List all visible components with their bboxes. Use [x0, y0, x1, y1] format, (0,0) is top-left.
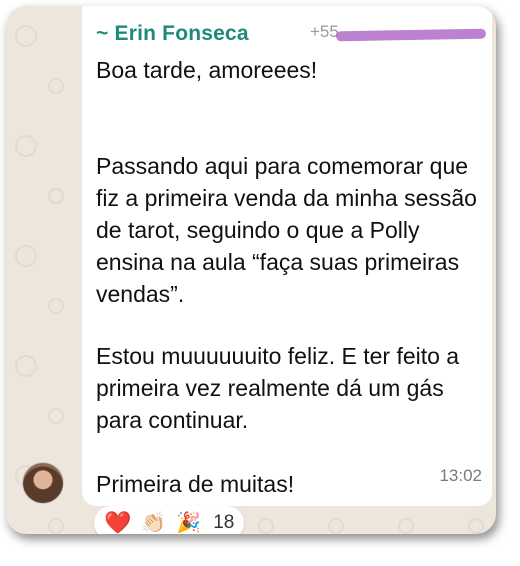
heart-icon: ❤️	[104, 510, 132, 534]
sender-avatar[interactable]	[22, 462, 64, 504]
message-paragraph: Passando aqui para comemorar que fiz a p…	[96, 153, 477, 307]
party-popper-icon: 🎉	[176, 512, 202, 534]
message-paragraph: Primeira de muitas!	[96, 471, 295, 497]
message-bubble[interactable]: ~ Erin Fonseca +55 Boa tarde, amoreees! …	[82, 6, 492, 506]
message-text: Boa tarde, amoreees! Passando aqui para …	[96, 54, 486, 500]
message-timestamp: 13:02	[439, 466, 482, 485]
phone-redaction	[335, 28, 487, 42]
message-paragraph: Boa tarde, amoreees!	[96, 57, 318, 83]
sender-phone: +55	[310, 22, 339, 41]
clapping-hands-icon: 👏🏻	[141, 512, 167, 534]
reaction-count: 18	[213, 512, 235, 533]
reactions-pill[interactable]: ❤️ 👏🏻 🎉 18	[94, 506, 245, 534]
message-paragraph: Estou muuuuuuito feliz. E ter feito a pr…	[96, 343, 460, 433]
sender-name[interactable]: ~ Erin Fonseca	[96, 22, 249, 46]
chat-card: ~ Erin Fonseca +55 Boa tarde, amoreees! …	[6, 6, 496, 534]
